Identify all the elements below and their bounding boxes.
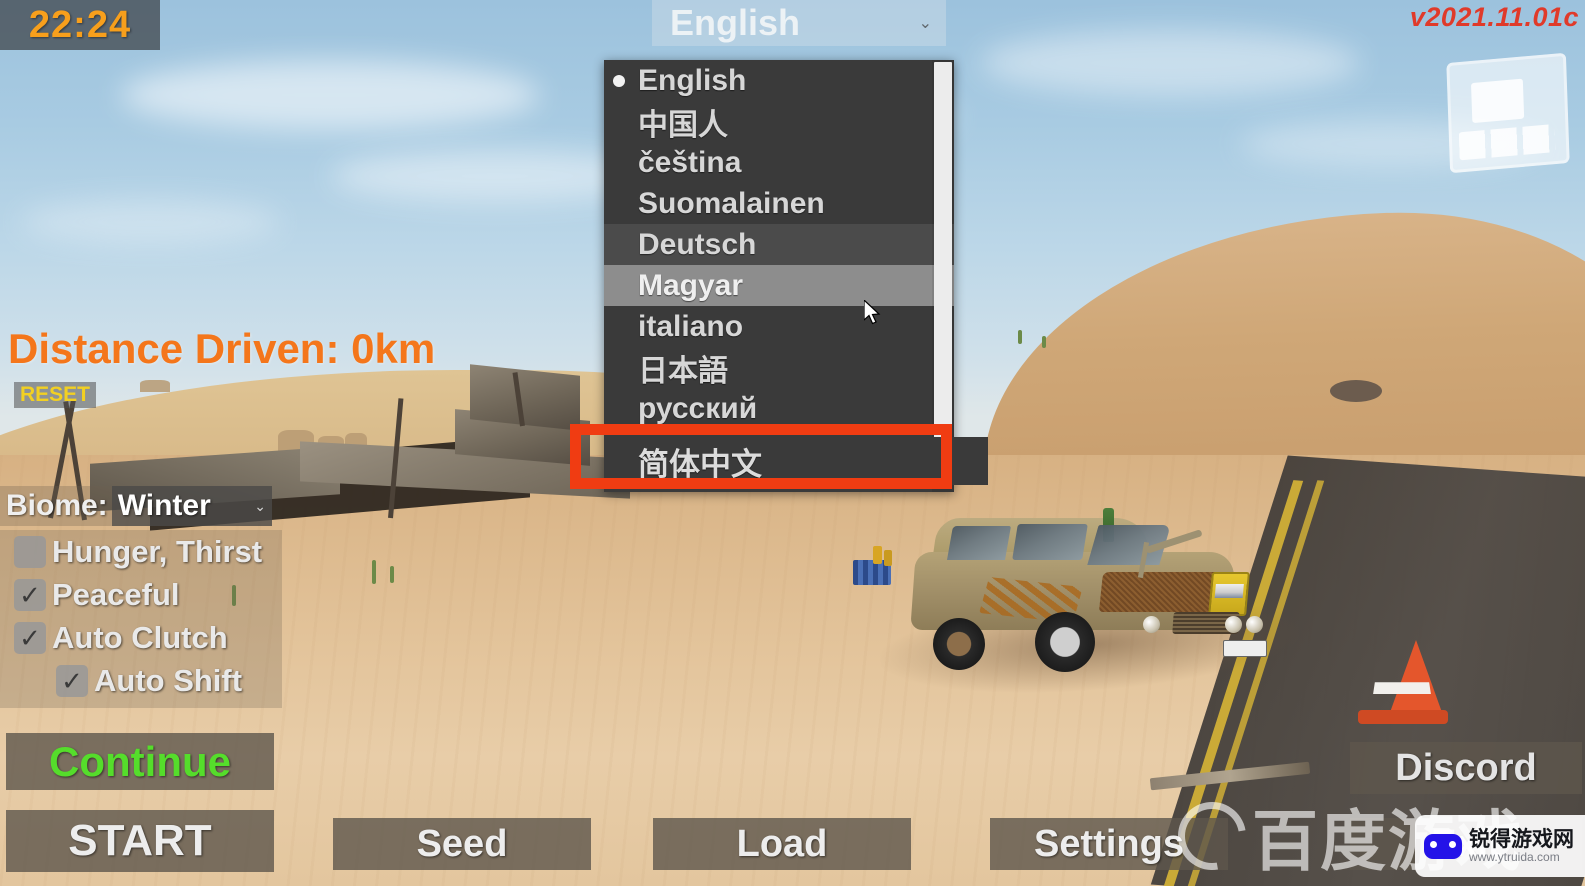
checkbox-checked-icon[interactable]: ✓: [14, 578, 46, 611]
checkbox-checked-icon[interactable]: ✓: [56, 664, 88, 697]
language-option-label: Deutsch: [638, 227, 757, 261]
option-auto-clutch[interactable]: ✓ Auto Clutch: [0, 616, 282, 659]
language-option-english[interactable]: English: [604, 60, 954, 101]
cloud: [120, 60, 540, 130]
cloud: [980, 30, 1360, 96]
traffic-cone: [1388, 640, 1444, 718]
jerry-can-label: [1214, 584, 1244, 598]
language-option-finnish[interactable]: Suomalainen: [604, 183, 954, 224]
concrete-ruin: [470, 364, 580, 431]
traffic-cone-base: [1358, 710, 1448, 724]
biome-value: Winter: [117, 489, 211, 522]
chevron-down-icon: ⌄: [918, 15, 932, 32]
seed-button[interactable]: Seed: [333, 818, 591, 870]
language-option-label: русский: [638, 391, 758, 425]
language-option-czech[interactable]: čeština: [604, 142, 954, 183]
biome-label: Biome:: [6, 489, 108, 522]
cactus: [372, 560, 376, 584]
language-option-chinese-trad[interactable]: 中国人: [604, 101, 954, 142]
language-option-label: English: [638, 63, 747, 97]
option-auto-shift[interactable]: ✓ Auto Shift: [0, 659, 282, 702]
language-option-label: Magyar: [638, 268, 744, 302]
biome-select[interactable]: Winter ⌄: [111, 486, 272, 526]
game-screen: 22:24 v2021.11.01c Distance Driven: 0km …: [0, 0, 1585, 886]
fuel-can: [884, 550, 892, 566]
player-car: [905, 500, 1267, 680]
settings-button[interactable]: Settings: [990, 818, 1228, 870]
option-label: Auto Shift: [94, 662, 243, 698]
dropdown-scrollbar-track[interactable]: [932, 60, 954, 492]
language-option-japanese[interactable]: 日本語: [604, 347, 954, 388]
language-option-label: Suomalainen: [638, 186, 825, 220]
option-hunger-thirst[interactable]: Hunger, Thirst: [0, 530, 282, 573]
selected-dot-icon: [613, 74, 625, 87]
clock-value: 22:24: [28, 3, 132, 46]
version-label: v2021.11.01c: [1409, 2, 1579, 32]
ruide-site-watermark: 锐得游戏网 www.ytruida.com: [1415, 815, 1585, 877]
license-plate: [1223, 640, 1267, 657]
car-wheel: [1035, 612, 1095, 672]
cactus: [1042, 336, 1046, 348]
language-option-label: italiano: [638, 309, 744, 343]
ruide-site-name: 锐得游戏网: [1469, 827, 1574, 851]
option-label: Peaceful: [52, 576, 180, 612]
language-option-label: čeština: [638, 145, 742, 179]
checkbox-icon[interactable]: [14, 535, 46, 568]
cloud: [20, 200, 280, 244]
traffic-cone-band: [1373, 682, 1431, 695]
option-label: Hunger, Thirst: [52, 533, 263, 569]
discord-button[interactable]: Discord: [1350, 742, 1582, 794]
language-option-label: 简体中文: [638, 446, 762, 482]
headlight: [1143, 616, 1160, 633]
language-select-button[interactable]: English ⌄: [652, 0, 946, 46]
language-option-hungarian[interactable]: Magyar: [604, 265, 954, 306]
headlight: [1246, 616, 1263, 633]
start-button[interactable]: START: [6, 810, 274, 872]
cactus: [1018, 330, 1022, 344]
distance-driven-label: Distance Driven: 0km: [8, 325, 436, 372]
distant-rock: [1330, 380, 1382, 402]
car-wheel: [933, 618, 985, 670]
language-option-simplified-chinese[interactable]: 简体中文: [604, 437, 988, 485]
fuel-can: [873, 546, 882, 564]
jerry-can: [1208, 572, 1250, 616]
language-option-russian[interactable]: русский: [604, 388, 954, 429]
checkbox-checked-icon[interactable]: ✓: [14, 621, 46, 654]
distant-rock: [140, 380, 170, 392]
gameplay-options-list: Hunger, Thirst ✓ Peaceful ✓ Auto Clutch …: [0, 530, 282, 708]
dropdown-scrollbar-thumb[interactable]: [934, 62, 952, 450]
in-game-clock: 22:24: [0, 0, 160, 50]
headlight: [1225, 616, 1242, 633]
car-window: [1012, 524, 1088, 560]
continue-button[interactable]: Continue: [6, 733, 274, 790]
chevron-down-icon: ⌄: [254, 497, 266, 514]
language-option-italian[interactable]: italiano: [604, 306, 954, 347]
map-paper-icon[interactable]: [1446, 52, 1570, 174]
biome-row: Biome: Winter ⌄: [0, 486, 272, 526]
option-peaceful[interactable]: ✓ Peaceful: [0, 573, 282, 616]
ruide-site-url: www.ytruida.com: [1469, 849, 1560, 864]
car-window: [947, 526, 1011, 560]
cactus: [390, 566, 394, 583]
language-option-german[interactable]: Deutsch: [604, 224, 954, 265]
language-select-value: English: [670, 2, 801, 43]
language-option-label: 日本語: [638, 354, 728, 388]
load-button[interactable]: Load: [653, 818, 911, 870]
language-option-label: 中国人: [638, 108, 728, 142]
gamepad-icon: [1424, 833, 1462, 859]
reset-button[interactable]: RESET: [14, 382, 97, 408]
language-dropdown-list[interactable]: English 中国人 čeština Suomalainen Deutsch …: [604, 60, 954, 492]
option-label: Auto Clutch: [52, 619, 228, 655]
